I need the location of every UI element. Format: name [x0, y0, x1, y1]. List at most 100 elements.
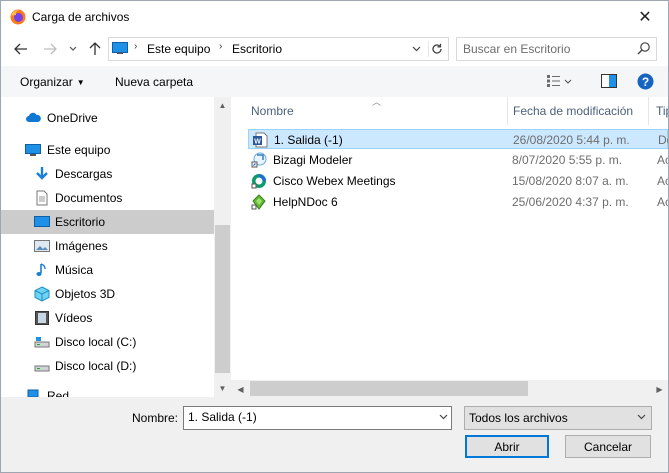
help-icon: ?	[637, 73, 654, 90]
refresh-button[interactable]	[428, 41, 445, 57]
file-type: Ac	[657, 195, 668, 209]
column-header-label: Fecha de modificación	[513, 104, 634, 118]
horizontal-scroll-thumb[interactable]	[250, 381, 528, 396]
arrow-left-icon	[14, 43, 27, 55]
video-icon	[35, 311, 49, 325]
scroll-left-icon[interactable]: ◀	[232, 381, 249, 397]
sidebar-item-label: Objetos 3D	[55, 287, 116, 301]
scroll-down-icon[interactable]: ▼	[214, 380, 231, 396]
file-open-dialog: Carga de archivos ✕ › Este equipo › Escr…	[0, 0, 669, 473]
breadcrumb-escritorio[interactable]: Escritorio	[232, 42, 282, 56]
sidebar-item-descargas[interactable]: Descargas	[1, 162, 214, 186]
organize-label: Organizar	[20, 75, 73, 89]
file-name: HelpNDoc 6	[273, 195, 338, 209]
arrow-up-icon	[89, 42, 101, 55]
breadcrumb-este-equipo[interactable]: Este equipo	[147, 42, 210, 56]
download-icon	[36, 167, 48, 180]
sidebar-item-label: Documentos	[55, 191, 123, 205]
sidebar-item-musica[interactable]: Música	[1, 258, 214, 282]
file-name-combobox[interactable]	[183, 406, 452, 430]
up-button[interactable]	[87, 41, 103, 57]
sidebar-item-este-equipo[interactable]: Este equipo	[1, 138, 214, 162]
title-bar: Carga de archivos ✕	[1, 1, 668, 32]
helpndoc-icon	[251, 194, 266, 210]
sidebar-item-onedrive[interactable]: OneDrive	[1, 106, 214, 130]
sidebar-item-label: OneDrive	[47, 111, 98, 125]
file-list-horizontal-scrollbar[interactable]: ◀ ▶	[231, 380, 668, 397]
file-row[interactable]: HelpNDoc 6 25/06/2020 4:37 p. m. Ac	[248, 192, 668, 212]
webex-icon	[251, 174, 266, 189]
column-header-name[interactable]: Nombre	[231, 97, 507, 125]
sidebar-item-escritorio[interactable]: Escritorio	[1, 210, 214, 234]
svg-text:?: ?	[642, 75, 649, 89]
sidebar-item-red[interactable]: Red	[1, 384, 214, 397]
open-button[interactable]: Abrir	[465, 435, 549, 458]
drive-icon	[34, 365, 50, 372]
file-type-filter-value: Todos los archivos	[469, 411, 568, 425]
new-folder-label: Nueva carpeta	[115, 75, 194, 89]
breadcrumb-separator: ›	[134, 41, 138, 52]
file-modified: 25/06/2020 4:37 p. m.	[512, 195, 629, 209]
close-icon: ✕	[638, 8, 652, 26]
back-button[interactable]	[13, 41, 29, 57]
sidebar-item-disco-c[interactable]: Disco local (C:)	[1, 330, 214, 354]
sidebar-item-label: Vídeos	[55, 311, 93, 325]
file-row[interactable]: Bizagi Modeler 8/07/2020 5:55 p. m. Ac	[248, 150, 668, 170]
window-title: Carga de archivos	[32, 10, 130, 24]
desktop-icon	[34, 216, 50, 227]
scroll-up-icon[interactable]: ▲	[214, 97, 231, 113]
file-type: Do	[658, 133, 668, 147]
address-bar[interactable]: › Este equipo › Escritorio	[108, 37, 449, 61]
sidebar-scroll-thumb[interactable]	[215, 225, 230, 373]
search-box[interactable]	[456, 37, 657, 61]
address-dropdown-button[interactable]	[409, 41, 423, 57]
sidebar-item-documentos[interactable]: Documentos	[1, 186, 214, 210]
preview-pane-icon	[601, 74, 617, 88]
sidebar-scrollbar[interactable]: ▲ ▼	[214, 97, 231, 397]
shortcut-icon	[251, 152, 267, 168]
scroll-right-icon[interactable]: ▶	[651, 381, 668, 397]
sidebar-item-disco-d[interactable]: Disco local (D:)	[1, 354, 214, 378]
navigation-pane: OneDrive Este equipo Descargas Documento…	[1, 97, 214, 397]
drive-icon	[34, 337, 50, 348]
file-list: ︿ Nombre Fecha de modificación Tip W 1. …	[231, 97, 668, 397]
preview-pane-button[interactable]	[601, 74, 617, 91]
search-icon	[637, 42, 650, 55]
computer-icon	[25, 144, 41, 156]
sidebar-item-objetos-3d[interactable]: Objetos 3D	[1, 282, 214, 306]
sidebar-item-label: Escritorio	[55, 215, 106, 229]
file-type: Ac	[657, 174, 668, 188]
close-button[interactable]: ✕	[622, 1, 668, 32]
sidebar-item-label: Imágenes	[55, 239, 108, 253]
cube-icon	[34, 286, 50, 302]
sidebar-item-videos[interactable]: Vídeos	[1, 306, 214, 330]
column-header-modified[interactable]: Fecha de modificación	[508, 97, 648, 125]
file-modified: 26/08/2020 5:44 p. m.	[513, 133, 630, 147]
file-name-input[interactable]	[188, 410, 428, 424]
refresh-icon	[432, 43, 442, 54]
forward-button[interactable]	[42, 41, 58, 57]
details-view-icon	[547, 75, 572, 87]
new-folder-button[interactable]: Nueva carpeta	[115, 75, 193, 89]
chevron-down-icon[interactable]	[439, 410, 448, 427]
file-name-label: Nombre:	[132, 411, 179, 425]
sidebar-item-label: Disco local (D:)	[55, 359, 137, 373]
recent-locations-button[interactable]	[65, 41, 81, 57]
change-view-button[interactable]	[546, 74, 572, 91]
sidebar-item-imagenes[interactable]: Imágenes	[1, 234, 214, 258]
chevron-down-icon	[69, 46, 77, 51]
column-header-type[interactable]: Tip	[649, 97, 668, 125]
file-row[interactable]: W 1. Salida (-1) 26/08/2020 5:44 p. m. D…	[248, 129, 668, 149]
file-modified: 15/08/2020 8:07 a. m.	[512, 174, 629, 188]
cancel-button[interactable]: Cancelar	[565, 435, 651, 458]
help-button[interactable]: ?	[637, 73, 654, 93]
search-input[interactable]	[463, 41, 628, 56]
sidebar-item-label: Música	[55, 263, 94, 277]
sidebar-item-label: Este equipo	[47, 143, 111, 157]
file-name: 1. Salida (-1)	[274, 133, 343, 147]
file-row[interactable]: Cisco Webex Meetings 15/08/2020 8:07 a. …	[248, 171, 668, 191]
dialog-footer: Nombre: Todos los archivos Abrir Cancela…	[1, 397, 668, 472]
organize-menu-button[interactable]: Organizar ▼	[20, 75, 85, 89]
file-type-filter[interactable]: Todos los archivos	[464, 406, 652, 430]
caret-down-icon: ▼	[76, 78, 85, 87]
